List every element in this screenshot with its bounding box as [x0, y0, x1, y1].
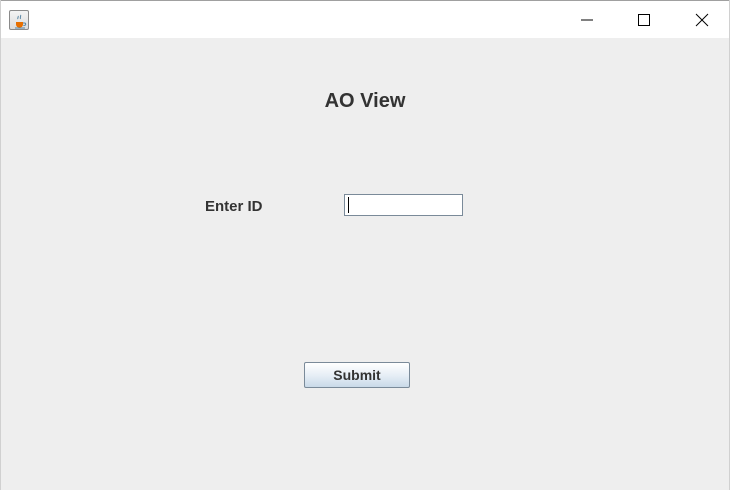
submit-button[interactable]: Submit — [304, 362, 410, 388]
close-icon — [695, 13, 709, 27]
app-window: AO View Enter ID Submit — [0, 0, 730, 490]
form-panel: AO View Enter ID Submit — [1, 38, 729, 490]
close-button[interactable] — [673, 1, 730, 38]
minimize-icon — [581, 19, 593, 21]
page-title: AO View — [324, 90, 406, 112]
text-caret — [348, 197, 349, 213]
id-input[interactable] — [344, 194, 463, 216]
maximize-button[interactable] — [615, 1, 673, 38]
minimize-button[interactable] — [558, 1, 616, 38]
title-bar[interactable] — [1, 0, 729, 38]
maximize-icon — [638, 14, 650, 26]
id-label: Enter ID — [205, 198, 263, 215]
java-coffee-cup-icon[interactable] — [9, 10, 29, 30]
